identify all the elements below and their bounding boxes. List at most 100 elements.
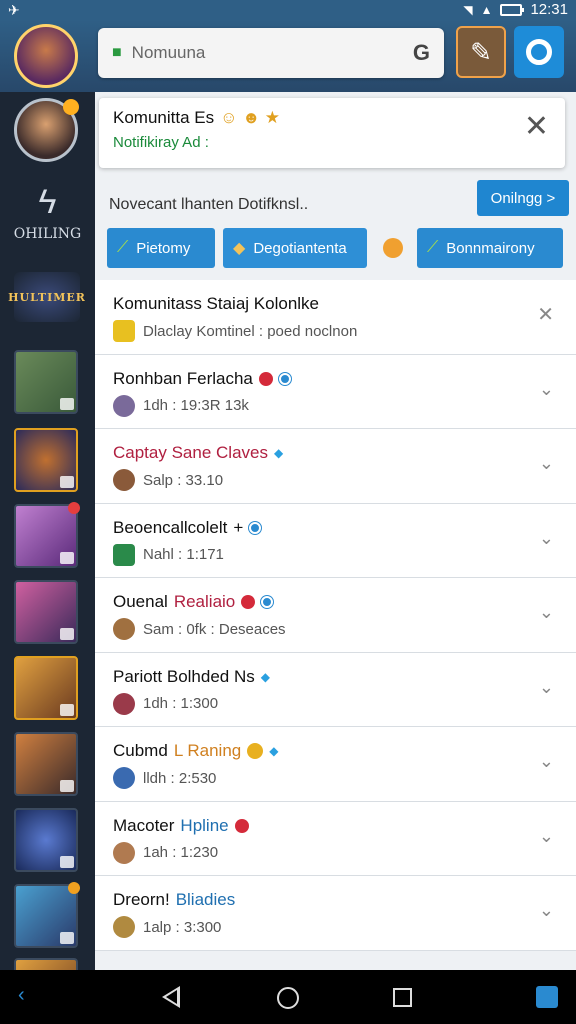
battery-icon xyxy=(500,3,525,16)
item-title: Pariott Bolhded Ns ◆ xyxy=(113,667,558,687)
item-meta: Salp : 33.10 xyxy=(113,469,558,491)
sidebar-game-thumb[interactable] xyxy=(14,882,80,948)
thumb-tag xyxy=(60,780,74,792)
item-title: Ronhban Ferlacha xyxy=(113,369,558,389)
chip-1[interactable]: ⟋ Pietomy xyxy=(107,228,215,268)
main-panel: Komunitta Es ☺ ☻ ★ Notifikiray Ad : ✕ Nov… xyxy=(95,92,576,970)
emoji-icons: ☺ ☻ ★ xyxy=(220,108,281,127)
back-icon[interactable] xyxy=(162,986,180,1008)
chat-icon xyxy=(113,320,135,342)
item-title-text: Ouenal xyxy=(113,592,168,611)
item-title-accent: Realiaio xyxy=(173,592,236,611)
item-avatar xyxy=(113,841,135,864)
chevron-down-icon[interactable]: ⌄ xyxy=(539,379,554,400)
list-item[interactable]: Ouenal Realiaio Sam : 0fk : Deseaces ⌄ xyxy=(95,578,576,653)
sidebar-game-thumb[interactable] xyxy=(14,656,78,720)
item-title-text: Cubmd xyxy=(113,741,168,760)
smile-icon xyxy=(247,743,264,759)
chip-3[interactable]: ⟋ Bonnmairony xyxy=(417,228,563,268)
thumb-alert-dot xyxy=(68,882,80,894)
list-item[interactable]: Macoter Hpline 1ah : 1:230 ⌄ xyxy=(95,801,576,876)
search-bar[interactable]: ■ Nomuuna G xyxy=(98,28,444,78)
chip-label: Pietomy xyxy=(136,239,191,257)
recents-icon[interactable] xyxy=(393,988,412,1007)
item-title-text: Ronhban Ferlacha xyxy=(113,368,253,388)
sidebar-game-thumb[interactable] xyxy=(14,808,78,872)
toolbar-row: Novecant lhanten Dotifknsl.. Onilngg > xyxy=(109,180,569,220)
chip-label: Bonnmairony xyxy=(446,239,535,257)
sidebar-game-thumb[interactable] xyxy=(14,428,78,492)
list-item[interactable]: Captay Sane Claves ◆ Salp : 33.10 ⌄ xyxy=(95,429,576,504)
item-title-accent: L Raning xyxy=(173,741,242,760)
search-input[interactable]: Nomuuna xyxy=(132,43,413,63)
game-logo[interactable]: HULTIMER xyxy=(8,272,85,322)
game-logo-text: HULTIMER xyxy=(8,290,86,304)
thumb-tag xyxy=(60,628,74,640)
chevron-down-icon[interactable]: ⌄ xyxy=(539,453,554,474)
chevron-down-icon[interactable]: ⌄ xyxy=(539,602,554,623)
diamond-icon: ◆ xyxy=(260,669,270,684)
signal-icon: ▲ xyxy=(480,2,493,17)
verified-icon xyxy=(249,521,262,534)
notification-card[interactable]: Komunitta Es ☺ ☻ ★ Notifikiray Ad : ✕ xyxy=(99,98,565,168)
list-item[interactable]: Ronhban Ferlacha 1dh : 19:3R 13k ⌄ xyxy=(95,354,576,429)
list-item[interactable]: Komunitass Staiaj Kolonlke Dlaclay Komti… xyxy=(95,280,576,355)
item-title: Beoencallcolelt + xyxy=(113,518,558,538)
sidebar-game-thumb[interactable] xyxy=(14,350,78,414)
item-title-text: Beoencallcolelt xyxy=(113,517,228,537)
brush-icon: ⟋ xyxy=(427,239,439,256)
item-title: Cubmd L Raning ◆ xyxy=(113,741,558,761)
item-meta-text: Salp : 33.10 xyxy=(143,471,224,489)
primary-button[interactable]: Onilngg > xyxy=(477,180,569,216)
item-title: Macoter Hpline xyxy=(113,816,558,836)
item-avatar xyxy=(113,692,135,715)
chevron-down-icon[interactable]: ⌄ xyxy=(539,826,554,847)
item-title: Komunitass Staiaj Kolonlke xyxy=(113,294,558,314)
item-meta-text: Dlaclay Komtinel : poed noclnon xyxy=(143,322,358,340)
item-avatar xyxy=(113,394,135,417)
item-title: Captay Sane Claves ◆ xyxy=(113,443,558,463)
edit-button[interactable]: ✎ xyxy=(456,26,506,78)
list-item[interactable]: Pariott Bolhded Ns ◆ 1dh : 1:300 ⌄ xyxy=(95,652,576,727)
collapse-icon[interactable]: ‹ xyxy=(18,984,25,1007)
chevron-down-icon[interactable]: ⌄ xyxy=(539,528,554,549)
face-icon xyxy=(383,238,403,258)
chip-2[interactable]: ◆ Degotiantenta xyxy=(223,228,367,268)
sidebar-logo[interactable]: ϟ OHILING xyxy=(0,182,95,242)
red-status-icon xyxy=(241,595,256,609)
item-meta-text: Sam : 0fk : Deseaces xyxy=(143,620,286,638)
notification-subtitle: Notifikiray Ad : xyxy=(113,134,209,151)
chevron-down-icon[interactable]: ⌄ xyxy=(539,751,554,772)
item-meta: Sam : 0fk : Deseaces xyxy=(113,618,558,640)
app-notification-icon: ✈ xyxy=(8,2,20,18)
refresh-icon[interactable]: G xyxy=(413,40,430,66)
dismiss-icon[interactable]: ✕ xyxy=(537,302,554,327)
item-title-accent: Bliadies xyxy=(175,890,236,909)
item-avatar xyxy=(113,543,135,566)
circle-app-button[interactable] xyxy=(514,26,564,78)
item-meta-text: 1dh : 1:300 xyxy=(143,695,219,712)
sidebar-game-thumb[interactable] xyxy=(14,502,80,568)
keyboard-icon[interactable] xyxy=(536,986,558,1008)
sidebar-game-thumb[interactable] xyxy=(14,958,78,970)
chevron-down-icon[interactable]: ⌄ xyxy=(539,677,554,698)
list-item[interactable]: Dreorn! Bliadies 1alp : 3:300 ⌄ xyxy=(95,876,576,951)
diamond-icon: ◆ xyxy=(273,446,284,460)
item-meta: lldh : 2:530 xyxy=(113,767,558,789)
red-status-icon xyxy=(234,818,249,833)
sidebar-game-thumb[interactable] xyxy=(14,580,78,644)
item-title-text: Dreorn! xyxy=(113,890,170,909)
item-title-text: Macoter xyxy=(113,815,175,835)
chevron-down-icon[interactable]: ⌄ xyxy=(539,900,554,921)
toolbar-description: Novecant lhanten Dotifknsl.. xyxy=(109,196,309,213)
home-icon[interactable] xyxy=(277,987,299,1009)
profile-avatar[interactable] xyxy=(14,24,78,88)
sidebar-hero-avatar[interactable] xyxy=(14,98,79,162)
sidebar-game-thumb[interactable] xyxy=(14,732,78,796)
lightning-icon: ϟ xyxy=(38,183,57,221)
list-item[interactable]: Cubmd L Raning ◆ lldh : 2:530 ⌄ xyxy=(95,727,576,802)
notification-badge xyxy=(63,99,79,115)
close-icon[interactable]: ✕ xyxy=(524,112,549,142)
red-status-icon xyxy=(258,371,273,386)
list-item[interactable]: Beoencallcolelt + Nahl : 1:171 ⌄ xyxy=(95,503,576,578)
